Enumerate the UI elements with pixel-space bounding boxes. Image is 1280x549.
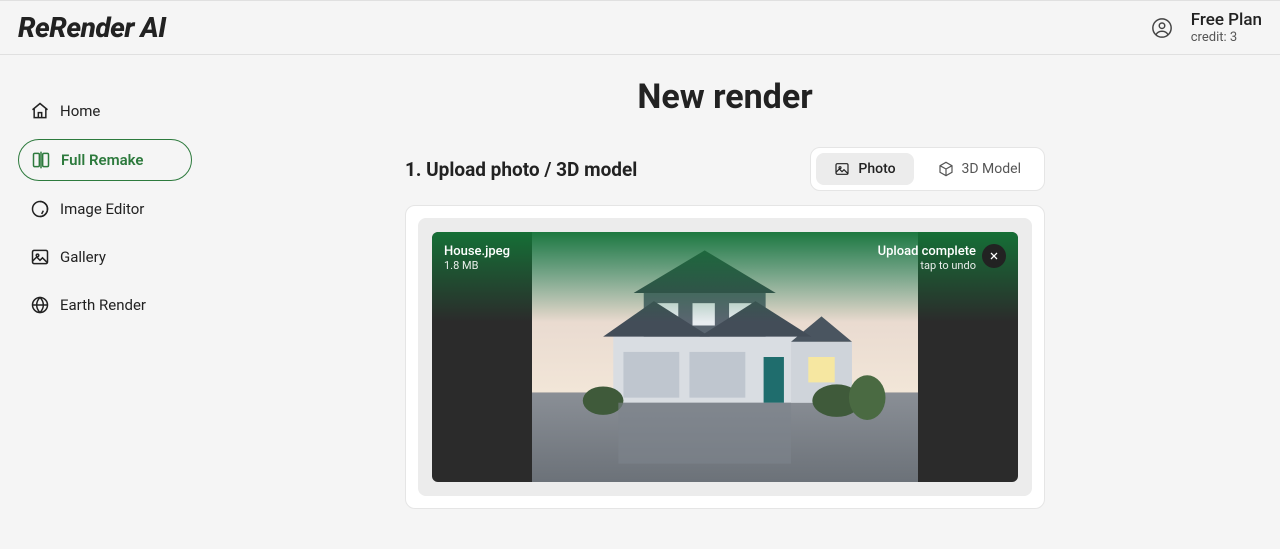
page-title: New render [210,77,1240,117]
sidebar-item-gallery[interactable]: Gallery [18,237,192,277]
file-size: 1.8 MB [444,259,510,272]
status-hint: tap to undo [878,259,976,272]
file-info: House.jpeg 1.8 MB [444,244,510,272]
plan-credit: credit: 3 [1191,30,1237,45]
content: 1. Upload photo / 3D model Photo 3D Mode… [405,147,1045,509]
top-bar: ReRender AI Free Plan credit: 3 [0,0,1280,55]
plan-name: Free Plan [1191,10,1262,30]
logo[interactable]: ReRender AI [18,11,166,44]
section-title: 1. Upload photo / 3D model [405,158,637,181]
close-icon [988,250,1000,262]
toggle-3d-model[interactable]: 3D Model [920,153,1039,185]
toggle-photo[interactable]: Photo [816,153,913,185]
sidebar-item-label: Gallery [60,248,106,266]
main: New render 1. Upload photo / 3D model Ph… [210,55,1280,549]
sidebar-item-label: Full Remake [61,151,144,169]
upload-inner: House.jpeg 1.8 MB Upload complete tap to… [418,218,1032,496]
plan-block[interactable]: Free Plan credit: 3 [1191,10,1262,45]
sidebar-item-home[interactable]: Home [18,91,192,131]
upload-panel: House.jpeg 1.8 MB Upload complete tap to… [405,205,1045,509]
remake-icon [31,150,51,170]
home-icon [30,101,50,121]
section-head: 1. Upload photo / 3D model Photo 3D Mode… [405,147,1045,191]
sidebar-item-label: Home [60,102,100,120]
photo-icon [834,161,850,177]
image-editor-icon [30,199,50,219]
sidebar-item-full-remake[interactable]: Full Remake [18,139,192,181]
toggle-label: Photo [858,161,895,177]
earth-icon [30,295,50,315]
layout: Home Full Remake Image Editor Gallery Ea… [0,55,1280,549]
sidebar-item-label: Image Editor [60,200,144,218]
sidebar: Home Full Remake Image Editor Gallery Ea… [0,55,210,549]
top-bar-right: Free Plan credit: 3 [1151,10,1262,45]
status-text: Upload complete [878,244,976,259]
gallery-icon [30,247,50,267]
file-name: House.jpeg [444,244,510,259]
upload-type-toggle: Photo 3D Model [810,147,1045,191]
sidebar-item-image-editor[interactable]: Image Editor [18,189,192,229]
remove-upload-button[interactable] [982,244,1006,268]
sidebar-item-label: Earth Render [60,296,146,314]
sidebar-item-earth-render[interactable]: Earth Render [18,285,192,325]
cube-icon [938,161,954,177]
user-circle-icon[interactable] [1151,17,1173,39]
upload-status: Upload complete tap to undo [878,244,976,272]
toggle-label: 3D Model [962,161,1021,177]
upload-preview[interactable]: House.jpeg 1.8 MB Upload complete tap to… [432,232,1018,482]
